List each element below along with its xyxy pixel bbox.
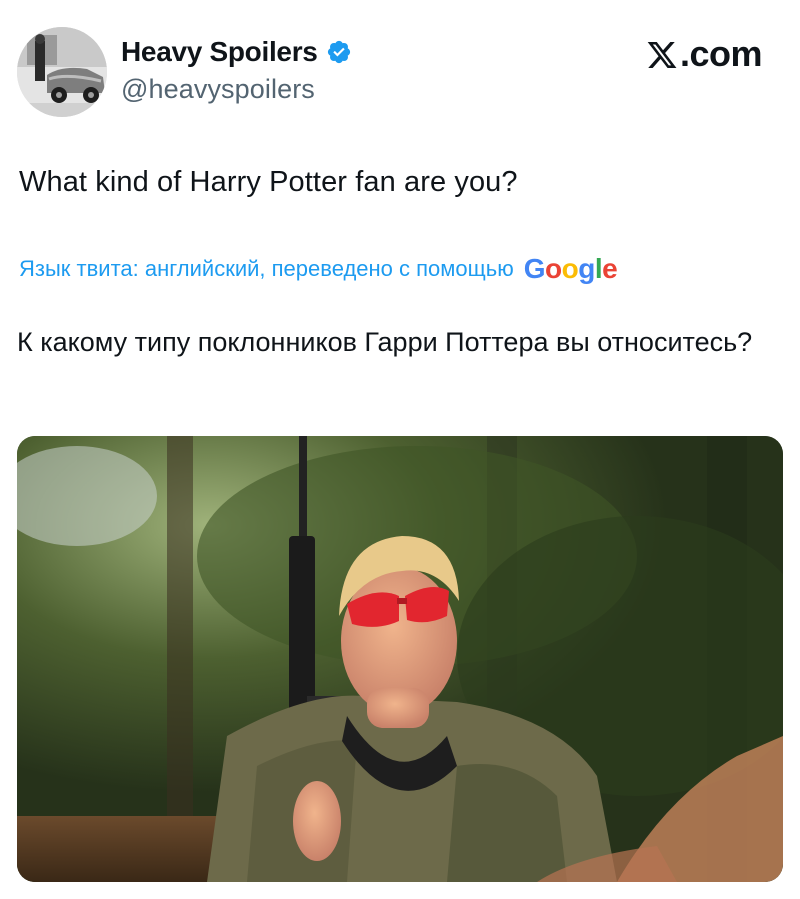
- author-block: Heavy Spoilers @heavyspoilers: [121, 34, 352, 105]
- translation-note[interactable]: Язык твита: английский, переведено с пом…: [19, 253, 618, 285]
- translated-text: К какому типу поклонников Гарри Поттера …: [17, 327, 753, 357]
- display-name-row: Heavy Spoilers: [121, 34, 352, 70]
- tweet-media-photo[interactable]: [17, 436, 783, 882]
- brand-domain: .com: [679, 33, 763, 74]
- tweet-header: Heavy Spoilers @heavyspoilers .com: [0, 0, 800, 130]
- tweet-text: What kind of Harry Potter fan are you?: [19, 166, 518, 198]
- author-handle[interactable]: @heavyspoilers: [121, 74, 352, 105]
- verified-badge-icon: [326, 39, 352, 65]
- google-logo: Google: [523, 253, 618, 284]
- x-logo-icon: [646, 38, 678, 70]
- x-brand: .com: [646, 32, 763, 76]
- translation-note-text[interactable]: Язык твита: английский, переведено с пом…: [19, 256, 514, 282]
- media-image: [17, 436, 783, 882]
- avatar-photo: [17, 27, 107, 117]
- display-name[interactable]: Heavy Spoilers: [121, 36, 318, 68]
- avatar[interactable]: [17, 27, 107, 117]
